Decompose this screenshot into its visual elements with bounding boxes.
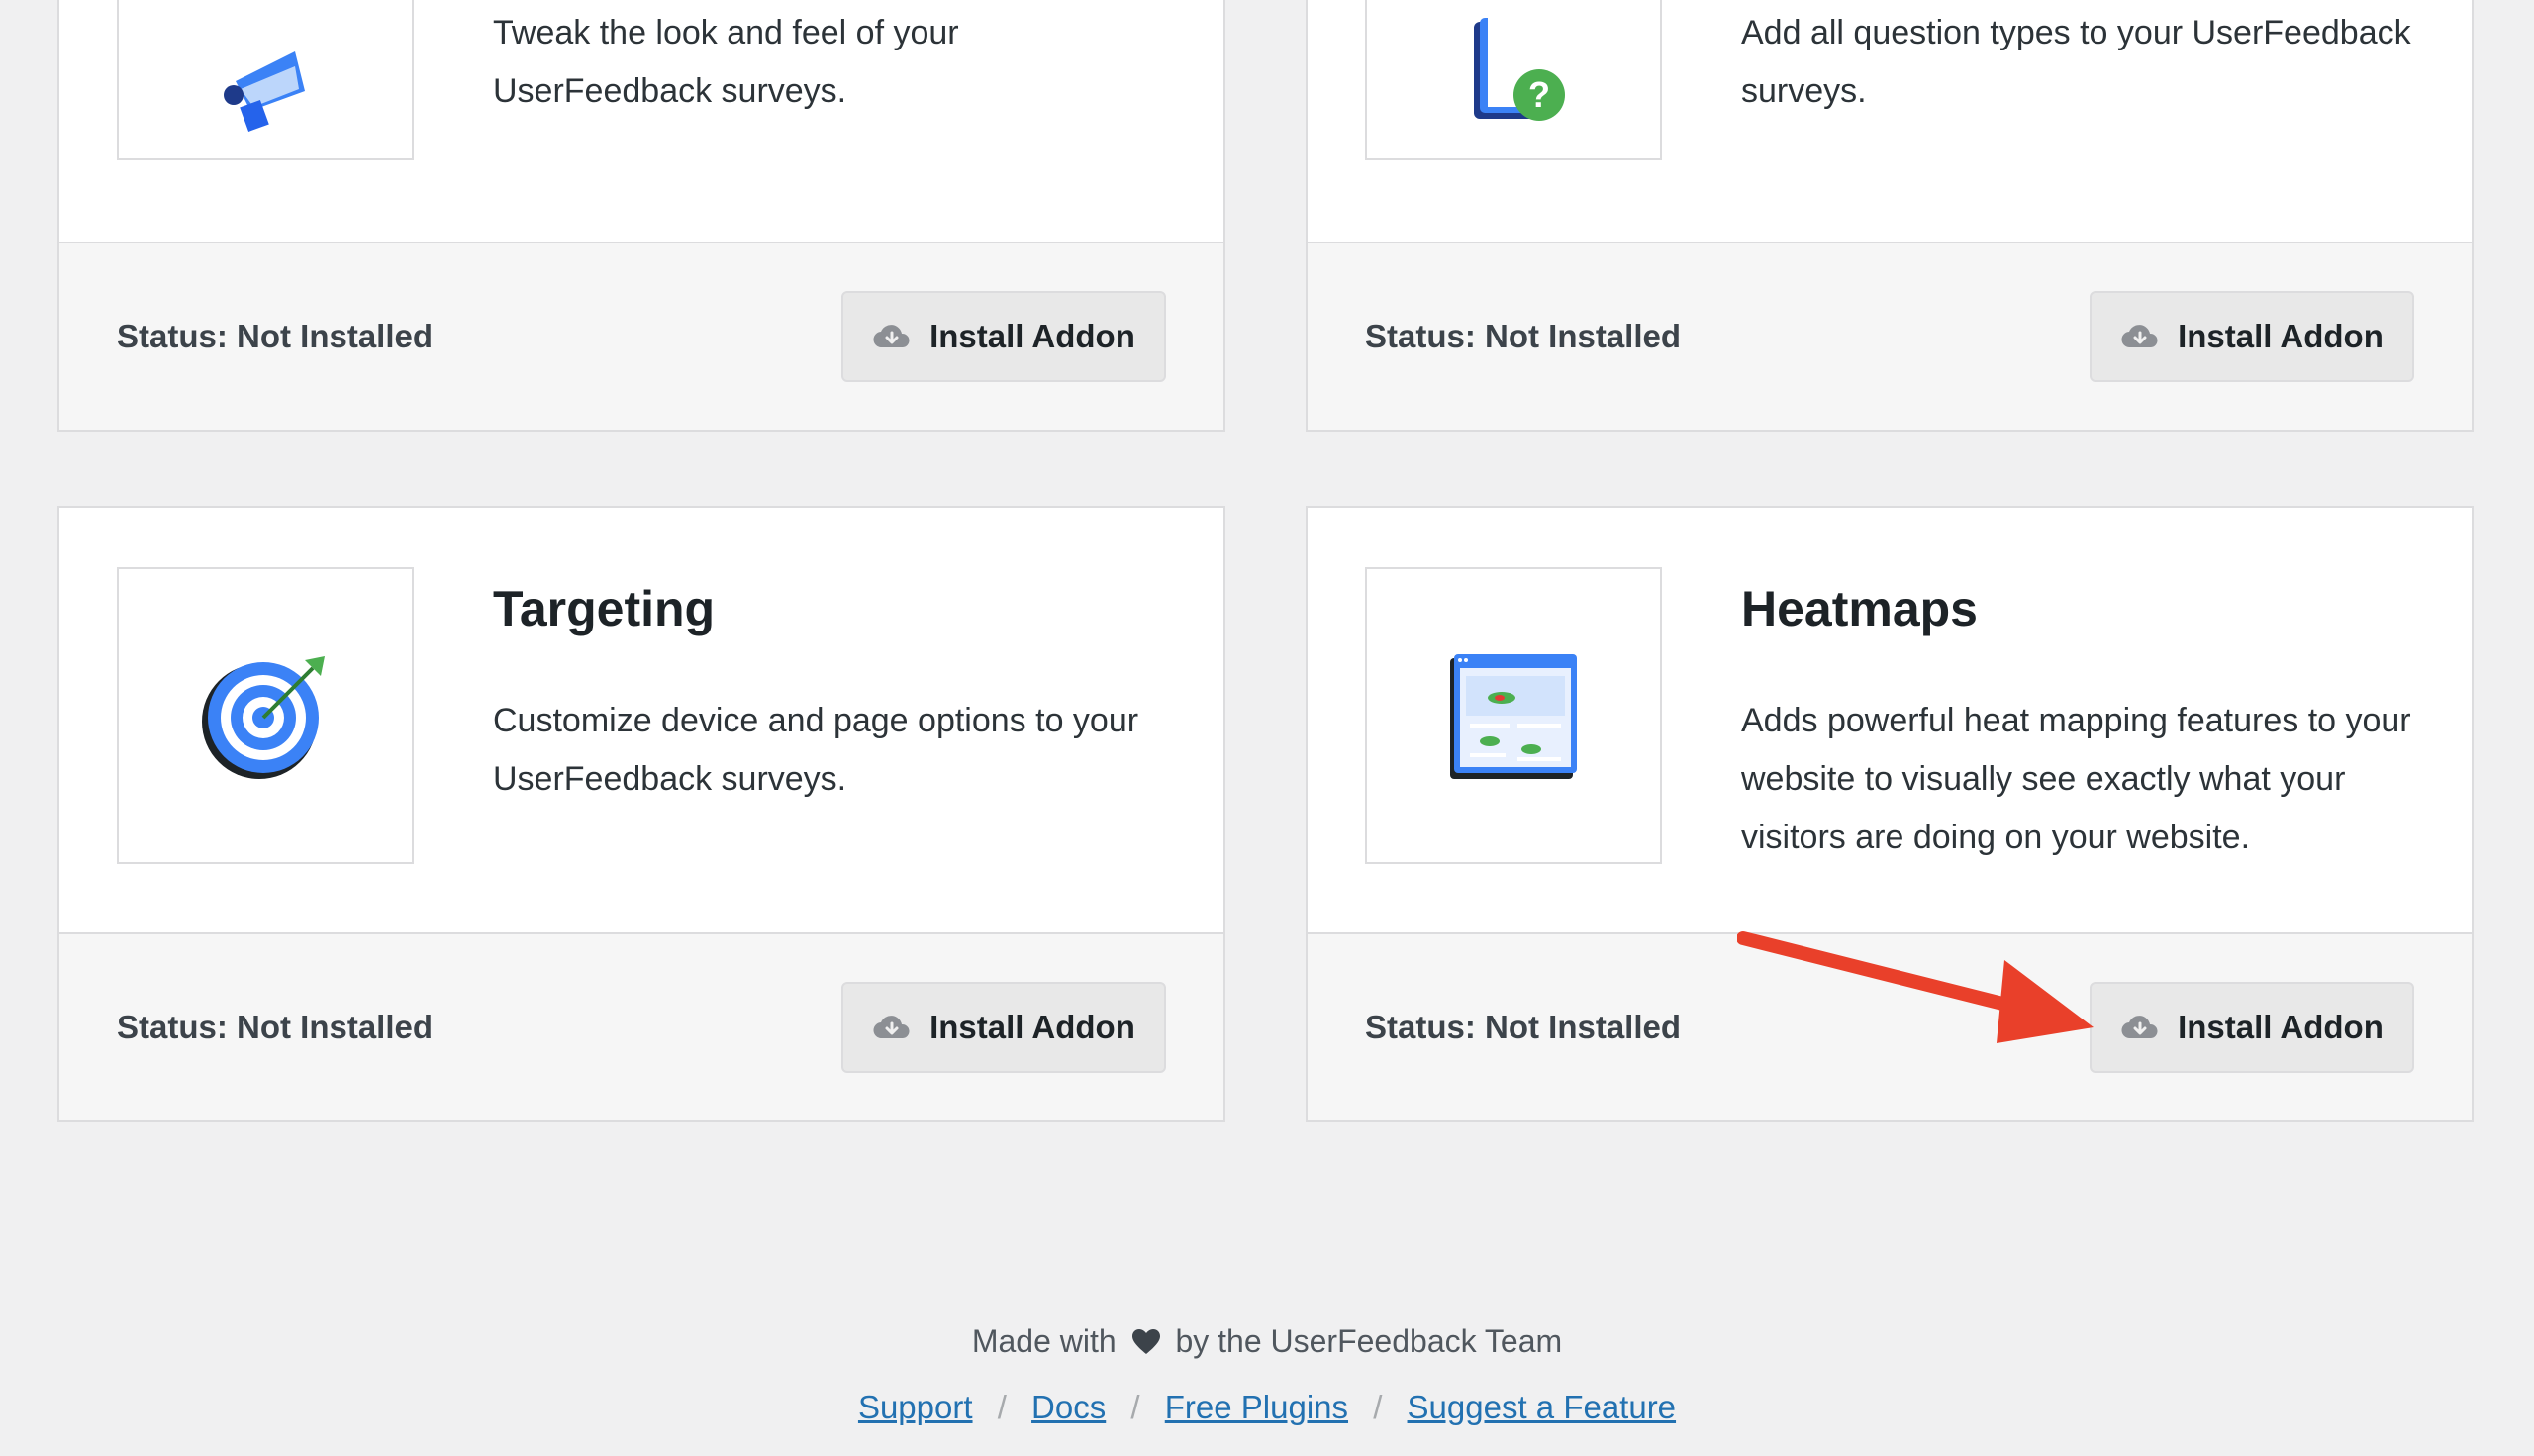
addon-status: Status: Not Installed bbox=[1365, 318, 1682, 354]
addon-card-footer: Status: Not Installed Install Addon bbox=[1308, 932, 2472, 1120]
footer-separator: / bbox=[1130, 1389, 1140, 1425]
addon-title: Targeting bbox=[493, 581, 716, 636]
footer-link-docs[interactable]: Docs bbox=[1031, 1389, 1106, 1425]
addon-thumbnail bbox=[117, 567, 414, 864]
megaphone-icon bbox=[224, 51, 305, 132]
heart-icon bbox=[1131, 1329, 1160, 1354]
addon-title: Heatmaps bbox=[1741, 581, 1978, 636]
heatmap-window-icon bbox=[1450, 654, 1577, 779]
install-addon-button[interactable]: Install Addon bbox=[841, 291, 1166, 382]
install-addon-button[interactable]: Install Addon bbox=[841, 982, 1166, 1073]
footer-credit: Made with by the UserFeedback Team bbox=[0, 1323, 2534, 1360]
cloud-download-icon bbox=[2121, 1016, 2158, 1039]
addon-description: Tweak the look and feel of your UserFeed… bbox=[493, 14, 959, 110]
addon-thumbnail bbox=[117, 0, 414, 160]
install-addon-button[interactable]: Install Addon bbox=[2090, 982, 2414, 1073]
addon-card-footer: Status: Not Installed Install Addon bbox=[59, 932, 1223, 1120]
install-addon-label: Install Addon bbox=[2178, 318, 2384, 354]
target-icon bbox=[202, 656, 325, 779]
addon-card-footer: Status: Not Installed Install Addon bbox=[1308, 242, 2472, 430]
footer-links: Support / Docs / Free Plugins / Suggest … bbox=[0, 1389, 2534, 1426]
addon-card-targeting: Targeting Customize device and page opti… bbox=[57, 506, 1225, 1122]
svg-text:?: ? bbox=[1528, 74, 1550, 115]
addon-status: Status: Not Installed bbox=[1365, 1009, 1682, 1045]
addon-description: Adds powerful heat mapping features to y… bbox=[1741, 702, 2411, 856]
cloud-download-icon bbox=[873, 325, 910, 348]
addon-card-heatmaps: Heatmaps Adds powerful heat mapping feat… bbox=[1306, 506, 2474, 1122]
cloud-download-icon bbox=[873, 1016, 910, 1039]
addon-card-footer: Status: Not Installed Install Addon bbox=[59, 242, 1223, 430]
footer-link-support[interactable]: Support bbox=[858, 1389, 973, 1425]
cloud-download-icon bbox=[2121, 325, 2158, 348]
question-document-icon: ? bbox=[1474, 18, 1565, 121]
footer-link-suggest-feature[interactable]: Suggest a Feature bbox=[1408, 1389, 1677, 1425]
addon-status: Status: Not Installed bbox=[117, 318, 434, 354]
footer-separator: / bbox=[1373, 1389, 1383, 1425]
install-addon-label: Install Addon bbox=[2178, 1009, 2384, 1045]
addon-card-customizations: Tweak the look and feel of your UserFeed… bbox=[57, 0, 1225, 432]
addon-description: Customize device and page options to you… bbox=[493, 702, 1139, 798]
install-addon-label: Install Addon bbox=[929, 1009, 1135, 1045]
addon-card-question-types: ? Add all question types to your UserFee… bbox=[1306, 0, 2474, 432]
addon-status: Status: Not Installed bbox=[117, 1009, 434, 1045]
footer-separator: / bbox=[997, 1389, 1007, 1425]
footer-link-free-plugins[interactable]: Free Plugins bbox=[1165, 1389, 1348, 1425]
footer-team: by the UserFeedback Team bbox=[1175, 1323, 1563, 1359]
addon-description: Add all question types to your UserFeedb… bbox=[1741, 14, 2411, 110]
install-addon-button[interactable]: Install Addon bbox=[2090, 291, 2414, 382]
addon-thumbnail bbox=[1365, 567, 1662, 864]
footer-made-with: Made with bbox=[971, 1323, 1117, 1359]
install-addon-label: Install Addon bbox=[929, 318, 1135, 354]
addon-thumbnail: ? bbox=[1365, 0, 1662, 160]
